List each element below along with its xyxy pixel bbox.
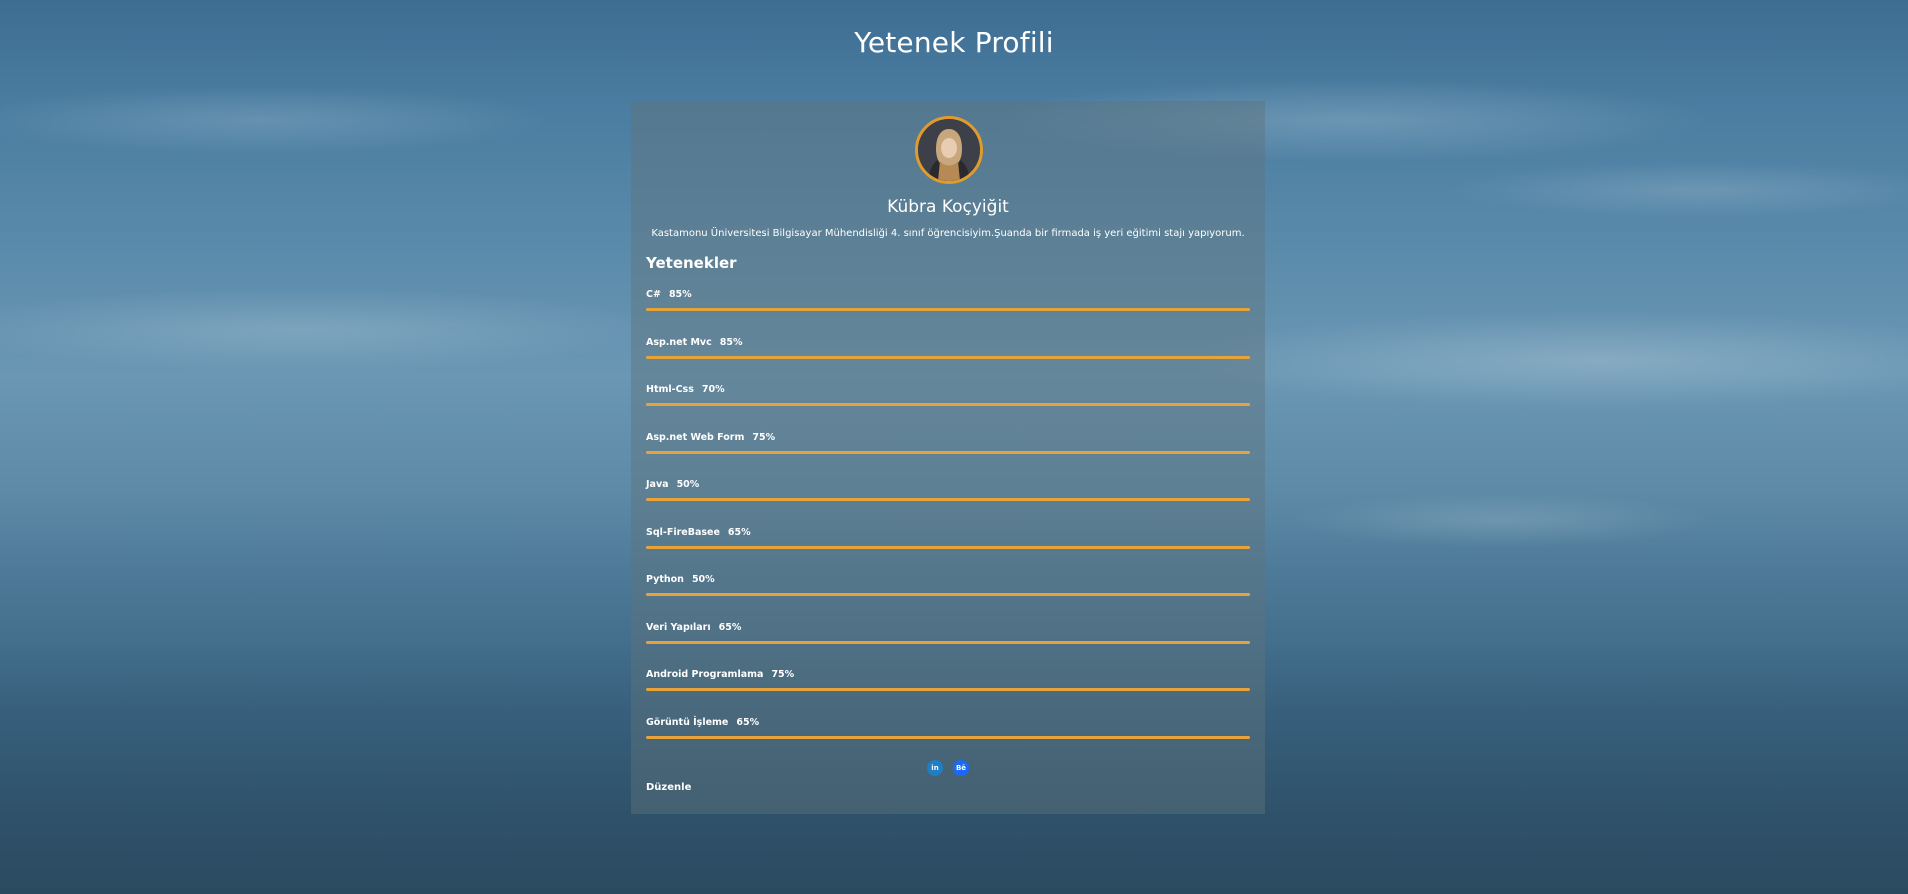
avatar [915, 116, 983, 184]
skill-progress-fill [646, 593, 1250, 596]
skill-name: Asp.net Web Form [646, 431, 745, 443]
skill-progress-fill [646, 403, 1250, 406]
skill-row: Görüntü İşleme 65% [646, 717, 1250, 747]
page-title: Yetenek Profili [854, 26, 1054, 59]
skill-progress-fill [646, 355, 1250, 359]
skill-row: Python 50% [646, 574, 1250, 604]
skill-name: Android Programlama [646, 669, 764, 680]
skill-progress-bar [646, 688, 1250, 691]
skill-name: Görüntü İşleme [646, 716, 729, 728]
skill-name: Veri Yapıları [646, 621, 711, 633]
edit-link[interactable]: Düzenle [646, 782, 691, 793]
skill-percent: 65% [736, 716, 760, 728]
profile-card: Kübra Koçyiğit Kastamonu Üniversitesi Bi… [631, 101, 1265, 814]
skill-percent: 85% [668, 289, 692, 300]
skill-progress-bar [646, 355, 1250, 359]
skill-row: Asp.net Web Form 75% [646, 432, 1250, 462]
skill-label: Veri Yapıları 65% [646, 622, 1250, 633]
skill-progress-fill [646, 450, 1250, 454]
skill-row: Veri Yapıları 65% [646, 622, 1250, 652]
skill-row: Android Programlama 75% [646, 669, 1250, 699]
skill-label: Java 50% [646, 479, 1250, 490]
skill-percent: 65% [727, 526, 751, 538]
skill-label: Asp.net Mvc 85% [646, 337, 1250, 348]
skill-row: Java 50% [646, 479, 1250, 509]
linkedin-label: in [931, 764, 939, 772]
skill-progress-fill [646, 688, 1250, 691]
skill-name: Java [646, 479, 669, 490]
skill-row: Html-Css 70% [646, 384, 1250, 414]
skill-progress-bar [646, 403, 1250, 406]
skill-progress-bar [646, 640, 1250, 644]
skill-label: Görüntü İşleme 65% [646, 717, 1250, 728]
skill-row: Asp.net Mvc 85% [646, 337, 1250, 367]
skill-progress-bar [646, 498, 1250, 501]
social-links: in Bē [631, 760, 1265, 776]
skill-progress-bar [646, 545, 1250, 549]
skill-percent: 75% [771, 669, 795, 680]
skill-progress-fill [646, 498, 1250, 501]
linkedin-icon[interactable]: in [927, 760, 943, 776]
skill-row: Sql-FireBasee 65% [646, 527, 1250, 557]
skill-progress-fill [646, 308, 1250, 311]
skill-percent: 50% [676, 479, 700, 490]
skill-progress-bar [646, 593, 1250, 596]
skill-label: C# 85% [646, 289, 1250, 300]
skill-progress-fill [646, 640, 1250, 644]
skill-percent: 65% [718, 621, 742, 633]
skill-percent: 50% [691, 574, 715, 585]
person-name: Kübra Koçyiğit [887, 197, 1009, 217]
skill-name: C# [646, 289, 661, 300]
bio-text: Kastamonu Üniversitesi Bilgisayar Mühend… [651, 228, 1245, 239]
skill-label: Html-Css 70% [646, 384, 1250, 395]
skill-progress-fill [646, 545, 1250, 549]
skill-label: Sql-FireBasee 65% [646, 527, 1250, 538]
skill-name: Asp.net Mvc [646, 336, 712, 348]
skill-label: Asp.net Web Form 75% [646, 432, 1250, 443]
skill-progress-bar [646, 735, 1250, 739]
profile-photo-icon [918, 119, 980, 181]
skill-percent: 70% [701, 384, 725, 395]
skill-name: Python [646, 574, 684, 585]
skill-name: Sql-FireBasee [646, 526, 720, 538]
skill-row: C# 85% [646, 289, 1250, 319]
skill-label: Python 50% [646, 574, 1250, 585]
skill-name: Html-Css [646, 384, 694, 395]
skills-heading: Yetenekler [646, 254, 737, 272]
behance-label: Bē [955, 764, 967, 772]
skill-progress-bar [646, 308, 1250, 311]
skill-label: Android Programlama 75% [646, 669, 1250, 680]
skill-progress-fill [646, 735, 1250, 739]
skill-percent: 85% [719, 336, 743, 348]
background-trees-right [1208, 600, 1908, 894]
behance-icon[interactable]: Bē [953, 760, 969, 776]
skill-progress-bar [646, 450, 1250, 454]
skill-percent: 75% [752, 431, 776, 443]
